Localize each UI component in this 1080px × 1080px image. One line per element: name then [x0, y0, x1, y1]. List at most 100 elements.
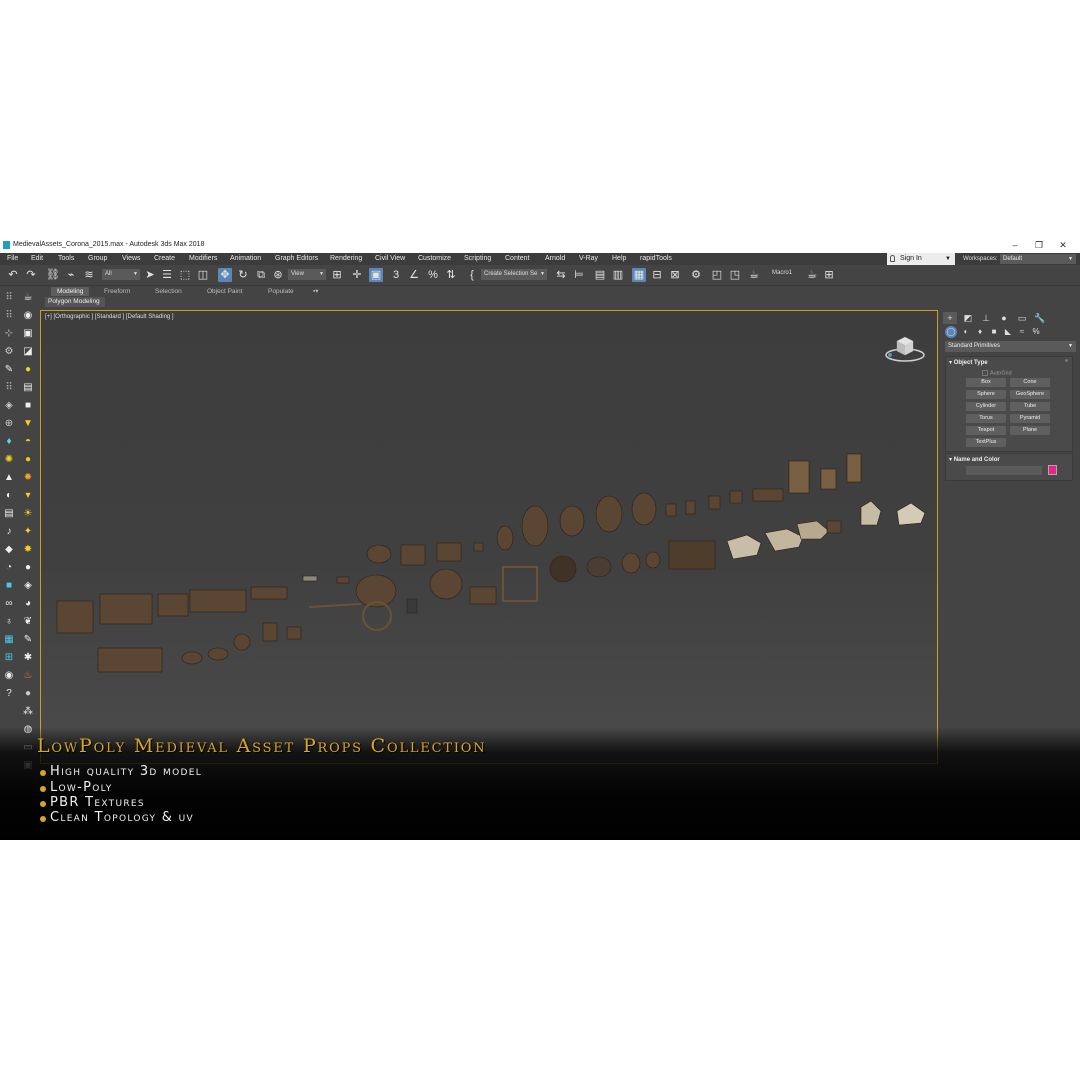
space-warps-icon[interactable]: ≈	[1016, 326, 1028, 338]
geosphere-button[interactable]: GeoSphere	[1010, 390, 1050, 399]
menu-animation[interactable]: Animation	[230, 254, 261, 264]
object-color-swatch[interactable]	[1048, 465, 1057, 475]
unlink-icon[interactable]: ⌁	[64, 268, 78, 282]
menu-rendering[interactable]: Rendering	[330, 254, 362, 264]
object-type-title[interactable]: ▾ Object Type	[949, 359, 988, 366]
named-selection-sets-dropdown[interactable]: Create Selection Se ▼	[481, 269, 547, 280]
shading-icon[interactable]: ◐	[3, 490, 15, 502]
document-icon[interactable]: ▤	[3, 508, 15, 520]
cart-handle[interactable]	[308, 603, 362, 608]
lantern[interactable]	[406, 598, 418, 614]
pivot-center-icon[interactable]: ⊞	[330, 268, 344, 282]
grain-sack[interactable]	[764, 528, 804, 552]
menu-content[interactable]: Content	[505, 254, 530, 264]
small-crate-b[interactable]	[826, 520, 842, 534]
wooden-basket[interactable]	[400, 544, 426, 566]
polygon-modeling-tab[interactable]: Polygon Modeling	[45, 297, 105, 307]
small-bucket-b[interactable]	[286, 626, 302, 640]
tall-wicker-basket[interactable]	[788, 460, 810, 494]
rendered-frame-window-icon[interactable]: ◰	[710, 268, 724, 282]
menu-group[interactable]: Group	[88, 254, 107, 264]
eye-icon[interactable]: ◉	[3, 670, 15, 682]
small-crate[interactable]	[729, 490, 743, 504]
menu-rapidtools[interactable]: rapidTools	[640, 254, 672, 264]
barrel-small[interactable]	[496, 525, 514, 551]
shapes-icon[interactable]: ◐	[960, 326, 972, 338]
wooden-cage[interactable]	[502, 566, 538, 602]
render-icon[interactable]: ◈	[3, 400, 15, 412]
menu-arnold[interactable]: Arnold	[545, 254, 565, 264]
render-teapot-icon[interactable]: ☕	[747, 268, 761, 282]
crate-stack[interactable]	[56, 600, 94, 634]
lamp-icon[interactable]: ♁	[3, 616, 15, 628]
autogrid-checkbox[interactable]: AutoGrid	[982, 370, 1012, 376]
wicker-basket-tall[interactable]	[846, 453, 862, 483]
grip-icon[interactable]: ⠿	[3, 382, 15, 394]
spot-icon[interactable]: ▾	[22, 490, 34, 502]
tab-object-paint[interactable]: Object Paint	[207, 287, 242, 296]
bell-icon[interactable]: ♪	[3, 526, 15, 538]
rectangular-selection-icon[interactable]: ⬚	[178, 268, 192, 282]
angle-snap-icon[interactable]: ∠	[407, 268, 421, 282]
viewport-orthographic[interactable]: [+] [Orthographic ] [Standard ] [Default…	[40, 310, 938, 764]
small-box[interactable]	[473, 542, 484, 552]
snaps-toggle-icon[interactable]: 3	[389, 268, 403, 282]
viewport-layout-icon[interactable]: ▦	[3, 634, 15, 646]
small-bucket[interactable]	[708, 495, 721, 510]
plane-button[interactable]: Plane	[1010, 426, 1050, 435]
link-icon[interactable]: ⛓	[46, 268, 60, 282]
bowl-b[interactable]	[207, 647, 229, 661]
select-object-icon[interactable]: ➤	[143, 268, 157, 282]
open-sack[interactable]	[896, 502, 926, 526]
helpers-icon[interactable]: ◣	[1002, 326, 1014, 338]
render-production-icon[interactable]: ◳	[728, 268, 742, 282]
minimize-button[interactable]: –	[1003, 237, 1027, 253]
align-icon[interactable]: ⊨	[572, 268, 586, 282]
menu-customize[interactable]: Customize	[418, 254, 451, 264]
sun-icon[interactable]: ✺	[3, 454, 15, 466]
cylinder-button[interactable]: Cylinder	[966, 402, 1006, 411]
wooden-stool[interactable]	[262, 622, 278, 642]
light-bulb-icon[interactable]: ●	[22, 364, 34, 376]
textplus-button[interactable]: TextPlus	[966, 438, 1006, 447]
cone-button[interactable]: Cone	[1010, 378, 1050, 387]
move-icon[interactable]: ✥	[218, 268, 232, 282]
small-barrel-b[interactable]	[665, 503, 677, 517]
material-editor-icon[interactable]: ⊠	[668, 268, 682, 282]
create-tab-icon[interactable]: +	[943, 312, 957, 324]
systems-icon[interactable]: %	[1030, 326, 1042, 338]
network-icon[interactable]: ⊹	[3, 328, 15, 340]
ribbon-options-icon[interactable]: ▪▾	[313, 287, 319, 296]
cone-icon[interactable]: ▲	[3, 472, 15, 484]
menu-help[interactable]: Help	[612, 254, 626, 264]
render-setup-icon[interactable]: ⚙	[689, 268, 703, 282]
treasure-chest[interactable]	[668, 540, 716, 570]
selection-filter-dropdown[interactable]: All ▼	[102, 269, 140, 280]
fire-icon[interactable]: ♨	[22, 670, 34, 682]
redo-icon[interactable]: ↷	[24, 268, 38, 282]
compass-icon[interactable]: ◉	[22, 310, 34, 322]
plant-icon[interactable]: ❦	[22, 616, 34, 628]
menu-modifiers[interactable]: Modifiers	[189, 254, 217, 264]
spotlight-icon[interactable]: ▼	[22, 418, 34, 430]
sphere-button[interactable]: Sphere	[966, 390, 1006, 399]
macro-grid-icon[interactable]: ⊞	[822, 268, 836, 282]
film-icon[interactable]: ▤	[22, 382, 34, 394]
barrel-tall[interactable]	[521, 505, 549, 547]
burlap-sack[interactable]	[860, 500, 882, 526]
layer-explorer-icon[interactable]: ▤	[593, 268, 607, 282]
menu-edit[interactable]: Edit	[31, 254, 43, 264]
crate-pile[interactable]	[157, 593, 189, 617]
pyramid-button[interactable]: Pyramid	[1010, 414, 1050, 423]
material-sphere-icon[interactable]: ●	[22, 688, 34, 700]
menu-file[interactable]: File	[7, 254, 18, 264]
wooden-chest-small[interactable]	[469, 586, 497, 605]
torus-button[interactable]: Torus	[966, 414, 1006, 423]
grid-icon[interactable]: ⊞	[3, 652, 15, 664]
wooden-planks[interactable]	[250, 586, 288, 600]
wood-pile-crates[interactable]	[99, 593, 153, 625]
scale-icon[interactable]: ⧉	[254, 268, 268, 282]
timer-icon[interactable]: ◔	[3, 562, 15, 574]
edit-icon[interactable]: ✎	[3, 364, 15, 376]
round-basket-crate[interactable]	[436, 542, 462, 562]
